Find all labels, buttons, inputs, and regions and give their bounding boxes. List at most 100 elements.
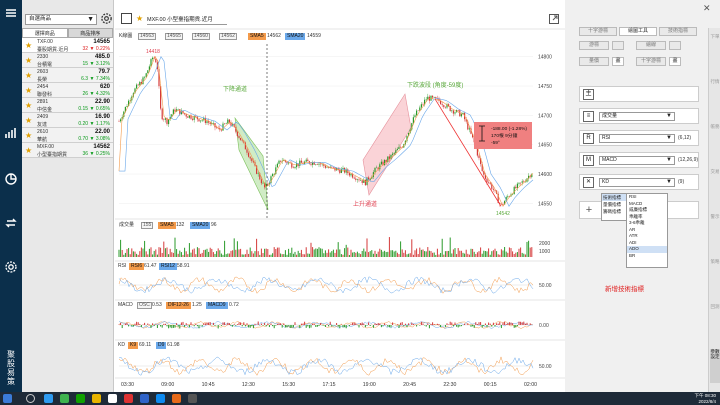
volume-bar	[220, 253, 222, 257]
volume-bar	[352, 252, 354, 257]
app-icon-8[interactable]	[156, 394, 165, 403]
indicator-select[interactable]: RSI ▼	[599, 134, 675, 143]
indicator-type-button[interactable]: 主	[583, 89, 594, 100]
candle-body	[523, 181, 525, 182]
volume-bar	[481, 253, 483, 257]
osc-bar	[510, 322, 512, 325]
crosshair-toggle[interactable]: 畫	[669, 57, 681, 66]
list-item[interactable]: ★ 2409 友達 16.90 0.20 ▼ 1.17%	[22, 113, 113, 128]
dropdown-option[interactable]: BR	[627, 253, 667, 260]
star-icon[interactable]: ★	[25, 41, 32, 50]
list-item[interactable]: ★ MXF.00 小型臺指期貨 14562 36 ▼ 0.25%	[22, 143, 113, 158]
volume-bar	[488, 248, 490, 257]
candle-body	[299, 160, 301, 166]
settings-gear-icon[interactable]	[100, 12, 113, 25]
app-icon-7[interactable]	[140, 394, 149, 403]
vtab-item[interactable]: 回測	[710, 304, 720, 338]
osc-bar	[518, 321, 520, 325]
candle-body	[212, 123, 214, 124]
menu-item[interactable]: 技術指標	[602, 194, 626, 201]
volume-bar	[180, 252, 182, 257]
osc-bar	[326, 324, 328, 325]
indicator-select[interactable]: 成交量 ▼	[599, 112, 675, 121]
candle-body	[120, 119, 122, 122]
time-tick-label: 09:00	[161, 382, 174, 388]
app-icon-6[interactable]	[124, 394, 133, 403]
search-icon[interactable]	[26, 394, 35, 403]
cursor-toggle[interactable]	[612, 41, 624, 50]
volume-bar	[300, 249, 302, 257]
indicator-type-button[interactable]: ✕	[583, 177, 594, 188]
star-icon[interactable]: ★	[25, 101, 32, 110]
tab-select-products[interactable]: 選擇商品	[22, 28, 68, 38]
volume-bar	[209, 247, 211, 257]
price-chart[interactable]: 14800 14750 14700 14650 14600 14550 -188.00 (-…	[115, 0, 565, 392]
star-icon[interactable]: ★	[25, 86, 32, 95]
menu-item[interactable]: 量價指標	[602, 201, 626, 208]
vtab-item[interactable]: 警示	[710, 214, 720, 248]
list-item[interactable]: ★ 2330 台積電 485.0 15 ▼ 3.12%	[22, 53, 113, 68]
volume-price-toggle[interactable]: 畫	[612, 57, 624, 66]
indicator-select[interactable]: KD ▼	[599, 178, 675, 187]
volume-price-button[interactable]: 量價	[579, 57, 609, 66]
app-icon-4[interactable]	[92, 394, 101, 403]
list-item[interactable]: ★ 2610 華航 22.00 0.70 ▼ 3.08%	[22, 128, 113, 143]
line-toggle[interactable]	[669, 41, 681, 50]
vtab-item[interactable]: 交易	[710, 169, 720, 203]
cursor-button[interactable]: 游標	[579, 41, 609, 50]
tech-indicator-button[interactable]: 技術指標	[659, 27, 697, 36]
chart-icon[interactable]	[2, 124, 20, 142]
osc-bar	[265, 325, 267, 327]
vtab-item[interactable]: 行情	[710, 79, 720, 113]
indicator-type-button[interactable]: R	[583, 133, 594, 144]
app-icon-1[interactable]	[44, 394, 53, 403]
star-icon[interactable]: ★	[25, 56, 32, 65]
volume-bar	[200, 253, 202, 257]
indicator-select[interactable]: MACD ▼	[599, 156, 675, 165]
osc-bar	[131, 325, 133, 327]
star-icon[interactable]: ★	[25, 116, 32, 125]
add-icon[interactable]: +	[583, 204, 595, 216]
down-channel-shape[interactable]	[234, 116, 269, 211]
crosshair-button[interactable]: 十字游標	[579, 27, 617, 36]
indicator-type-button[interactable]: M	[583, 155, 594, 166]
app-icon-2[interactable]	[60, 394, 69, 403]
volume-bar	[440, 252, 442, 257]
osc-bar	[398, 325, 400, 328]
line-button[interactable]: 繪線	[636, 41, 666, 50]
volume-bar	[382, 251, 384, 257]
list-item[interactable]: ★ 2454 聯發科 620 26 ▼ 4.32%	[22, 83, 113, 98]
chevron-down-icon: ▼	[666, 113, 672, 119]
app-icon-3[interactable]	[76, 394, 85, 403]
osc-bar	[382, 325, 384, 326]
app-icon-10[interactable]	[188, 394, 197, 403]
app-icon-9[interactable]	[172, 394, 181, 403]
tab-sort-products[interactable]: 商品排序	[67, 28, 113, 38]
close-icon[interactable]: ✕	[703, 3, 713, 13]
exchange-icon[interactable]	[2, 214, 20, 232]
vtab-item[interactable]: 帳務	[710, 124, 720, 158]
star-icon[interactable]: ★	[25, 131, 32, 140]
indicator-type-button[interactable]: ≡	[583, 111, 594, 122]
volume-bar	[486, 251, 488, 257]
vtab-item[interactable]: 參數設定	[710, 349, 720, 383]
vtab-item[interactable]: 策略	[710, 259, 720, 293]
list-item[interactable]: ★ 2891 中信金 22.90 0.15 ▼ 0.65%	[22, 98, 113, 113]
gear-icon[interactable]	[2, 258, 20, 276]
star-icon[interactable]: ★	[25, 71, 32, 80]
app-icon-5[interactable]	[108, 394, 117, 403]
crosshair-cursor-button[interactable]: 十字游標	[636, 57, 666, 66]
wave-trend-line[interactable]	[434, 98, 502, 207]
drawing-tools-button[interactable]: 繪圖工具	[619, 27, 657, 36]
star-icon[interactable]: ★	[25, 146, 32, 155]
list-item[interactable]: ★ 2603 長榮 79.7 6.3 ▼ 7.34%	[22, 68, 113, 83]
osc-bar	[427, 323, 429, 325]
menu-icon[interactable]	[2, 4, 20, 22]
list-item[interactable]: ★ TXF.00 臺股期貨.近月 14565 32 ▼ 0.22%	[22, 38, 113, 53]
vtab-item[interactable]: 下單	[710, 34, 720, 68]
volume-bar	[443, 254, 445, 257]
menu-item[interactable]: 籌碼指標	[602, 208, 626, 215]
pie-icon[interactable]	[2, 170, 20, 188]
windows-start-icon[interactable]	[3, 394, 12, 403]
watchlist-select[interactable]: 自選商品 ▼	[25, 14, 97, 25]
